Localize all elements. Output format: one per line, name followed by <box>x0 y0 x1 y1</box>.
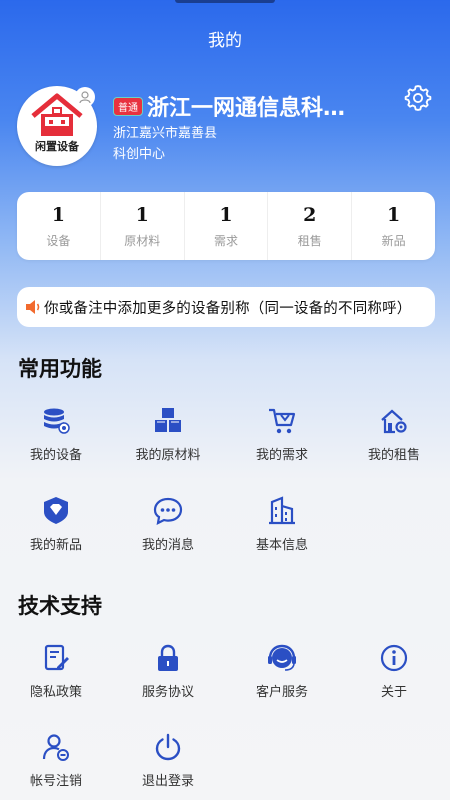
grid-item-label: 我的需求 <box>255 448 308 463</box>
stat-materials[interactable]: 1 原材料 <box>101 192 185 260</box>
database-icon <box>44 408 70 434</box>
status-bar-notch <box>175 0 275 3</box>
address-line-2: 科创中心 <box>113 147 166 162</box>
grid-item-label: 我的原材料 <box>135 448 201 463</box>
grid-item-label: 隐私政策 <box>29 685 82 700</box>
grid-item-my-demands[interactable]: 我的需求 <box>226 406 338 463</box>
stat-label: 原材料 <box>124 233 161 248</box>
grid-item-label: 客户服务 <box>255 685 308 700</box>
notice-bar[interactable]: 你或备注中添加更多的设备别称（同一设备的不同称呼） <box>17 287 435 327</box>
grid-item-label: 我的租售 <box>367 448 420 463</box>
stat-label: 新品 <box>381 233 406 248</box>
user-remove-icon <box>42 734 69 761</box>
boxes-icon <box>155 408 181 432</box>
level-badge: 普通 <box>113 96 143 116</box>
grid-item-logout[interactable]: 退出登录 <box>112 732 224 789</box>
grid-item-label: 退出登录 <box>141 774 194 789</box>
stat-rentals[interactable]: 2 租售 <box>268 192 353 260</box>
cart-icon <box>269 408 296 434</box>
grid-item-label: 服务协议 <box>141 685 194 700</box>
grid-item-my-materials[interactable]: 我的原材料 <box>112 406 224 463</box>
grid-item-label: 我的消息 <box>141 538 194 553</box>
grid-item-service-agreement[interactable]: 服务协议 <box>112 643 224 700</box>
avatar-text: 闲置设备 <box>35 140 79 153</box>
stats-card: 1 设备 1 原材料 1 需求 2 租售 1 新品 <box>17 192 435 260</box>
grid-item-customer-service[interactable]: 客户服务 <box>226 643 338 700</box>
grid-item-about[interactable]: 关于 <box>338 643 450 700</box>
speaker-icon <box>26 300 40 314</box>
grid-item-label: 我的设备 <box>29 448 82 463</box>
grid-item-label: 关于 <box>380 685 407 700</box>
grid-item-privacy-policy[interactable]: 隐私政策 <box>0 643 112 700</box>
stat-value: 1 <box>219 203 233 226</box>
stat-value: 1 <box>135 203 149 226</box>
page-title: 我的 <box>208 31 242 51</box>
stat-value: 1 <box>51 203 66 226</box>
grid-item-my-rentals[interactable]: 我的租售 <box>338 406 450 463</box>
chat-icon <box>153 497 183 525</box>
address-line-1: 浙江嘉兴市嘉善县 <box>113 126 218 141</box>
stat-label: 租售 <box>297 233 322 248</box>
diamond-badge-icon <box>44 497 68 524</box>
section-title-support: 技术支持 <box>18 594 102 618</box>
user-badge-icon <box>75 87 95 107</box>
notice-text: 你或备注中添加更多的设备别称（同一设备的不同称呼） <box>44 300 412 317</box>
grid-item-my-messages[interactable]: 我的消息 <box>112 496 224 553</box>
settings-gear-icon[interactable] <box>404 84 432 112</box>
power-icon <box>155 733 181 761</box>
grid-item-delete-account[interactable]: 帐号注销 <box>0 732 112 789</box>
grid-item-basic-info[interactable]: 基本信息 <box>226 496 338 553</box>
document-edit-icon <box>44 644 69 671</box>
stat-devices[interactable]: 1 设备 <box>17 192 101 260</box>
stat-demands[interactable]: 1 需求 <box>185 192 269 260</box>
building-icon <box>269 496 295 525</box>
grid-item-my-new-products[interactable]: 我的新品 <box>0 496 112 553</box>
stat-label: 设备 <box>46 233 71 248</box>
grid-item-label: 基本信息 <box>255 538 308 553</box>
stat-label: 需求 <box>213 233 238 248</box>
stat-value: 1 <box>386 203 401 226</box>
stat-value: 2 <box>303 203 317 226</box>
profile-name-row[interactable]: 普通 浙江一网通信息科… <box>113 90 345 122</box>
house-gear-icon <box>381 409 407 434</box>
lock-icon <box>158 644 178 671</box>
grid-item-my-devices[interactable]: 我的设备 <box>0 406 112 463</box>
grid-item-label: 帐号注销 <box>29 774 82 789</box>
info-icon <box>380 644 408 672</box>
company-name: 浙江一网通信息科… <box>147 96 346 121</box>
grid-item-label: 我的新品 <box>29 538 82 553</box>
section-title-common: 常用功能 <box>18 357 102 381</box>
headset-icon <box>268 644 296 671</box>
stat-new-products[interactable]: 1 新品 <box>352 192 435 260</box>
